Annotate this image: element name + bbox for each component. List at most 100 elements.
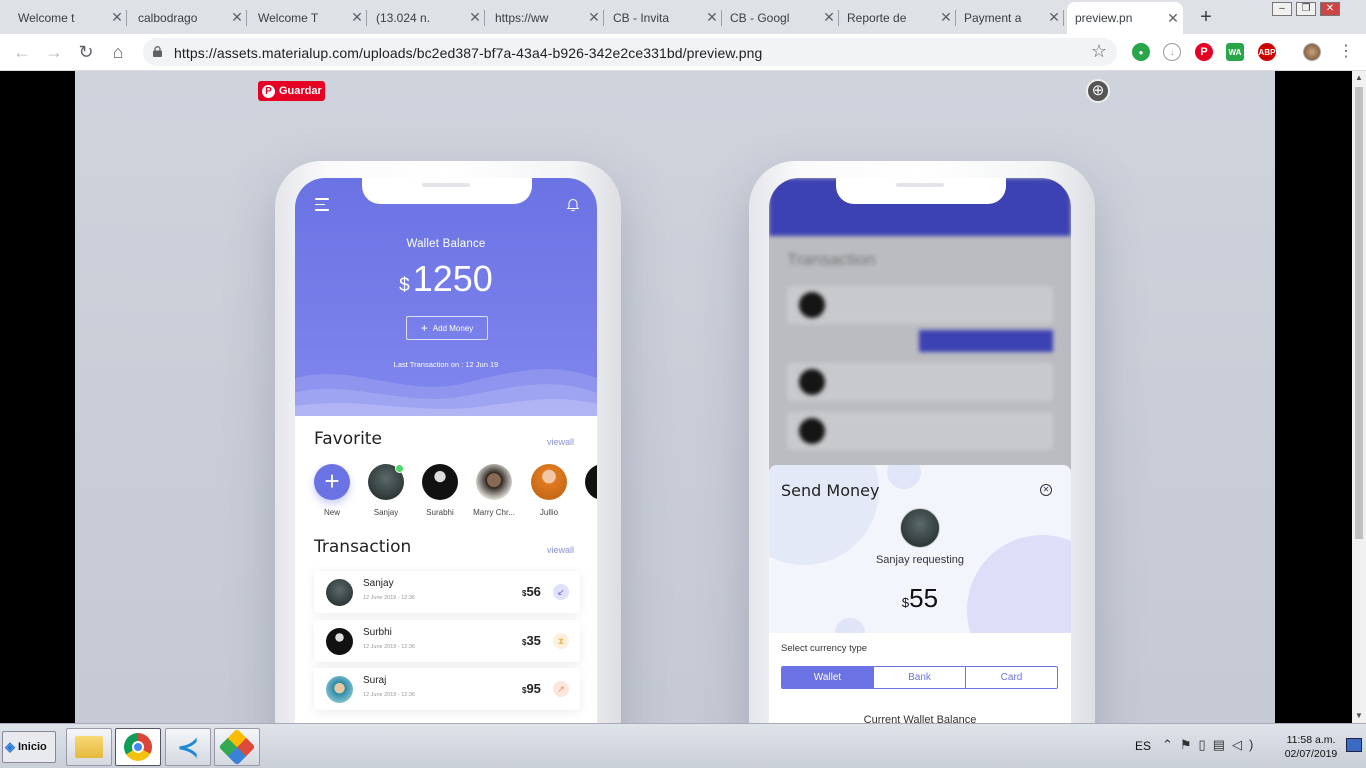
option-card[interactable]: Card [965, 667, 1057, 688]
wechat-extension-icon[interactable]: ● [1132, 43, 1150, 61]
amount-value: 55 [909, 583, 939, 613]
menu-dots-icon[interactable]: ⋮ [1334, 41, 1358, 65]
fullscreen-icon[interactable]: ⊕ [1086, 79, 1110, 103]
close-tab-icon[interactable]: ✕ [1163, 10, 1183, 27]
close-tab-icon[interactable]: ✕ [465, 9, 485, 26]
phone-mockup-wallet: Wallet Balance $1250 + Add Money Last Tra… [275, 161, 621, 723]
close-tab-icon[interactable]: ✕ [1044, 9, 1064, 26]
close-tab-icon[interactable]: ✕ [819, 9, 839, 26]
hamburger-menu-icon[interactable] [315, 198, 329, 211]
tab-6[interactable]: CB - Invita ✕ [605, 4, 722, 31]
pinterest-extension-icon[interactable]: P [1195, 43, 1213, 61]
pinterest-save-button[interactable]: P Guardar [258, 81, 325, 101]
scroll-down-icon[interactable]: ▼ [1355, 711, 1363, 720]
transaction-row[interactable]: Surbhi 12 June 2019 - 12:36 $35 ⧗ [314, 620, 580, 662]
tab-7[interactable]: CB - Googl ✕ [722, 4, 839, 31]
close-tab-icon[interactable]: ✕ [936, 9, 956, 26]
page-content: P Guardar ⊕ Wallet Balance $1250 + Add Mon… [0, 71, 1352, 723]
start-button[interactable]: ◈ Inicio [2, 731, 56, 763]
windows-logo-icon: ◈ [5, 739, 15, 754]
download-extension-icon[interactable]: ↓ [1163, 43, 1181, 61]
online-indicator [395, 464, 404, 473]
new-tab-button[interactable]: + [1196, 6, 1216, 29]
add-favorite-icon[interactable]: + [314, 464, 350, 500]
transaction-name: Sanjay [363, 578, 394, 589]
profile-avatar[interactable] [1303, 43, 1321, 61]
favorite-marry[interactable]: Marry Chr... [473, 464, 515, 517]
transaction-row[interactable]: Suraj 12 June 2019 - 12:36 $95 ↗ [314, 668, 580, 710]
taskbar-vscode[interactable]: ≺ [165, 728, 211, 766]
send-money-sheet: Send Money ✕ Sanjay requesting $55 Selec… [769, 465, 1071, 723]
tab-4[interactable]: (13.024 n. ✕ [368, 4, 485, 31]
transaction-row[interactable]: Sanjay 12 June 2019 - 12:36 $56 ↙ [314, 571, 580, 613]
favorite-sanjay[interactable]: Sanjay [368, 464, 404, 517]
folder-icon [75, 736, 103, 758]
option-wallet[interactable]: Wallet [782, 667, 873, 688]
address-bar[interactable]: https://assets.materialup.com/uploads/bc… [143, 38, 1117, 66]
blurred-transaction-title: Transaction [787, 250, 876, 269]
back-icon[interactable]: ← [10, 41, 34, 65]
favorite-name: Surabhi [426, 508, 454, 517]
transaction-name: Surbhi [363, 627, 392, 638]
amount-value: 35 [526, 633, 541, 648]
avatar [585, 464, 597, 500]
close-tab-icon[interactable]: ✕ [702, 9, 722, 26]
adblock-extension-icon[interactable]: ABP [1258, 43, 1276, 61]
tab-3[interactable]: Welcome T ✕ [250, 4, 367, 31]
tab-10[interactable]: preview.pn ✕ [1067, 2, 1183, 34]
option-bank[interactable]: Bank [873, 667, 965, 688]
whatsapp-extension-icon[interactable]: WA [1226, 43, 1244, 61]
url-text[interactable]: https://assets.materialup.com/uploads/bc… [174, 45, 762, 61]
preview-image: P Guardar ⊕ Wallet Balance $1250 + Add Mon… [75, 71, 1275, 723]
favorite-surabhi[interactable]: Surabhi [422, 464, 458, 517]
show-desktop-button[interactable] [1346, 738, 1362, 752]
clock[interactable]: 11:58 a.m. 02/07/2019 [1280, 733, 1342, 761]
blurred-background-screen: Transaction [769, 178, 1071, 478]
close-tab-icon[interactable]: ✕ [584, 9, 604, 26]
taskbar-explorer[interactable] [66, 728, 112, 766]
tab-9[interactable]: Payment a ✕ [956, 4, 1064, 31]
tab-2[interactable]: calbodrago ✕ [130, 4, 247, 31]
scroll-thumb[interactable] [1355, 87, 1363, 539]
wallet-screen: Wallet Balance $1250 + Add Money Last Tra… [295, 178, 597, 723]
language-indicator[interactable]: ES [1135, 739, 1151, 753]
transaction-date: 12 June 2019 - 12:36 [363, 692, 415, 698]
taskbar-chrome[interactable] [115, 728, 161, 766]
home-icon[interactable]: ⌂ [106, 41, 130, 65]
transaction-date: 12 June 2019 - 12:36 [363, 595, 415, 601]
transaction-viewall-link[interactable]: viewall [547, 545, 574, 555]
page-scrollbar[interactable]: ▲ ▼ [1352, 71, 1366, 723]
add-money-button[interactable]: + Add Money [406, 316, 488, 340]
system-tray[interactable]: ⌃⚑▯▤◁) [1162, 737, 1260, 753]
tab-5[interactable]: https://ww ✕ [487, 4, 604, 31]
wallet-balance-title: Wallet Balance [406, 238, 486, 250]
favorite-jullio[interactable]: Jullio [531, 464, 567, 517]
transaction-name: Suraj [363, 675, 387, 686]
close-window-button[interactable]: ✕ [1320, 2, 1340, 16]
reload-icon[interactable]: ↻ [74, 41, 98, 65]
favorite-r[interactable]: R [585, 464, 597, 517]
forward-icon[interactable]: → [42, 41, 66, 65]
favorite-viewall-link[interactable]: viewall [547, 437, 574, 447]
close-icon[interactable]: ✕ [1040, 484, 1052, 496]
restore-button[interactable]: ❐ [1296, 2, 1316, 16]
close-tab-icon[interactable]: ✕ [227, 9, 247, 26]
plus-icon: + [420, 321, 428, 335]
avatar [476, 464, 512, 500]
bell-icon[interactable] [566, 198, 580, 212]
tab-title: CB - Googl [730, 10, 790, 25]
tab-8[interactable]: Reporte de ✕ [839, 4, 956, 31]
transaction-heading: Transaction [314, 537, 412, 557]
close-tab-icon[interactable]: ✕ [347, 9, 367, 26]
favorite-new[interactable]: + New [314, 464, 350, 517]
bookmark-star-icon[interactable]: ☆ [1091, 41, 1107, 62]
minimize-button[interactable]: – [1272, 2, 1292, 16]
close-tab-icon[interactable]: ✕ [107, 9, 127, 26]
tab-1[interactable]: Welcome t ✕ [10, 4, 127, 31]
tab-separator [484, 10, 485, 26]
avatar [326, 628, 353, 655]
taskbar-app[interactable] [214, 728, 260, 766]
avatar [326, 676, 353, 703]
decor-circle [887, 465, 921, 489]
scroll-up-icon[interactable]: ▲ [1355, 73, 1363, 82]
